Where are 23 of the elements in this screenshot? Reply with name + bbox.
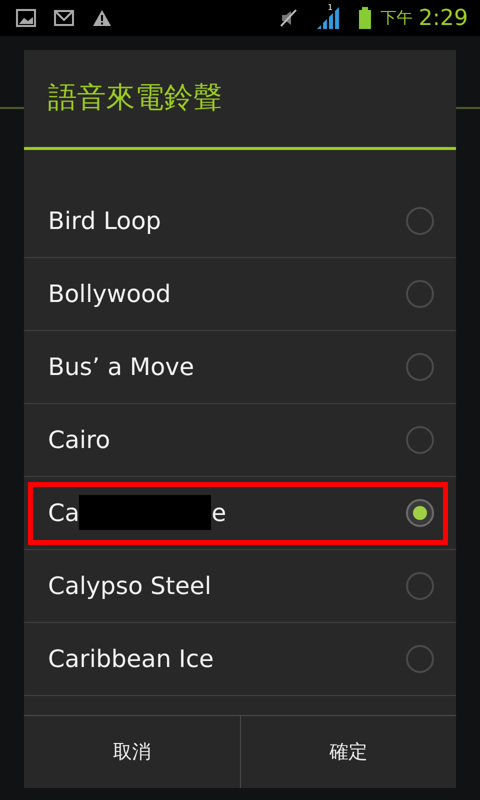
radio-button[interactable] [406, 426, 434, 454]
muted-speaker-icon [278, 8, 299, 28]
clock-time: 2:29 [418, 6, 468, 30]
radio-button[interactable] [406, 644, 434, 673]
radio-button[interactable] [406, 572, 434, 600]
radio-button[interactable] [406, 352, 434, 381]
picture-icon [16, 9, 36, 27]
dialog-title: 語音來電鈴聲 [48, 79, 222, 116]
ringtone-label[interactable]: Bollywood [48, 280, 406, 308]
time-period: 下午 [380, 8, 413, 28]
ringtone-label[interactable]: Ca e [48, 495, 406, 530]
ringtone-label[interactable]: Cairo [48, 426, 406, 454]
radio-button[interactable] [406, 498, 434, 527]
battery-icon [358, 7, 371, 29]
ringtone-label[interactable]: Calypso Steel [48, 572, 406, 600]
ringtone-label[interactable]: Bird Loop [48, 206, 406, 235]
warning-icon [92, 9, 112, 27]
mail-icon [54, 9, 74, 27]
radio-button[interactable] [406, 280, 434, 308]
radio-button[interactable] [406, 206, 434, 235]
ringtone-label[interactable]: Caribbean Ice [48, 644, 406, 673]
signal-label: 1 [328, 3, 333, 12]
ringtone-label[interactable]: Bus’ a Move [48, 352, 406, 381]
